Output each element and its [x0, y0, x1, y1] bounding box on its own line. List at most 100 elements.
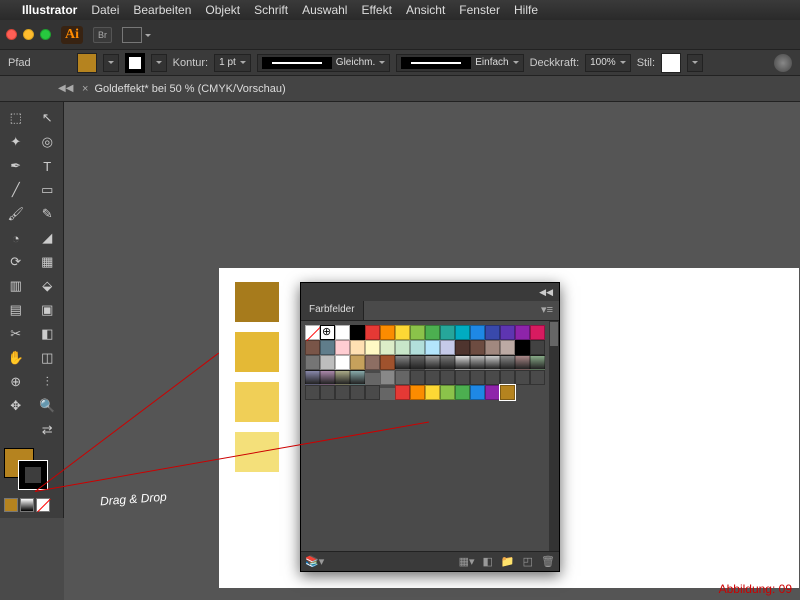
swatch[interactable]: [485, 355, 500, 370]
arrange-documents-button[interactable]: [122, 27, 142, 43]
document-setup-icon[interactable]: [774, 54, 792, 72]
swatch[interactable]: [365, 355, 380, 370]
swatch[interactable]: [305, 325, 320, 340]
menu-hilfe[interactable]: Hilfe: [514, 3, 538, 17]
close-button[interactable]: [6, 29, 17, 40]
swatch[interactable]: [485, 370, 500, 385]
swatch[interactable]: [410, 385, 425, 400]
collapse-panels-icon[interactable]: ◀◀: [58, 83, 68, 94]
swatch[interactable]: [395, 340, 410, 355]
swatch[interactable]: [440, 385, 455, 400]
menu-ansicht[interactable]: Ansicht: [406, 3, 445, 17]
swatch[interactable]: [350, 385, 365, 400]
paintbrush-tool[interactable]: 🖌: [2, 203, 30, 225]
swatch-libraries-icon[interactable]: 📚▾: [305, 555, 324, 568]
swatch[interactable]: [485, 340, 500, 355]
new-swatch-icon[interactable]: ◰: [523, 555, 533, 568]
panel-menu-icon[interactable]: ▾≡: [535, 301, 559, 320]
blob-brush-tool[interactable]: ◔: [2, 227, 30, 249]
swatch[interactable]: [425, 370, 440, 385]
blend-tool[interactable]: ◫: [34, 347, 62, 369]
swatch-options-icon[interactable]: ◧: [483, 555, 493, 568]
menu-datei[interactable]: Datei: [91, 3, 119, 17]
swatch[interactable]: [455, 325, 470, 340]
swatch-selected[interactable]: [500, 385, 515, 400]
swatch[interactable]: [395, 355, 410, 370]
swatch[interactable]: [320, 385, 335, 400]
swatch[interactable]: [335, 385, 350, 400]
symbol-sprayer-tool[interactable]: ⊕: [2, 371, 30, 393]
swatch[interactable]: [305, 340, 320, 355]
swatch[interactable]: [410, 325, 425, 340]
graphic-style-swatch[interactable]: [661, 53, 681, 73]
swatch[interactable]: [440, 370, 455, 385]
stroke-weight-input[interactable]: 1 pt: [214, 54, 251, 72]
gold-sample-3[interactable]: [235, 382, 279, 422]
minimize-button[interactable]: [23, 29, 34, 40]
maximize-button[interactable]: [40, 29, 51, 40]
menu-schrift[interactable]: Schrift: [254, 3, 288, 17]
swatch[interactable]: [395, 325, 410, 340]
mesh-tool[interactable]: ✂: [2, 323, 30, 345]
style-dropdown[interactable]: [687, 54, 703, 72]
swatch[interactable]: [455, 355, 470, 370]
swatch[interactable]: [380, 340, 395, 355]
swatch[interactable]: [380, 370, 395, 385]
swatch[interactable]: [455, 370, 470, 385]
swatch[interactable]: [455, 385, 470, 400]
swatch[interactable]: [335, 355, 350, 370]
swatch[interactable]: [410, 370, 425, 385]
rectangle-tool[interactable]: ▭: [34, 179, 62, 201]
zoom-tool[interactable]: ⇄: [34, 419, 62, 441]
swatch[interactable]: [350, 355, 365, 370]
opacity-input[interactable]: 100%: [585, 54, 631, 72]
swatch[interactable]: [335, 325, 350, 340]
swatch[interactable]: [365, 325, 380, 340]
swatch[interactable]: [305, 355, 320, 370]
pencil-tool[interactable]: ✎: [34, 203, 62, 225]
swatch[interactable]: [470, 385, 485, 400]
swatch[interactable]: [320, 340, 335, 355]
graph-tool[interactable]: ⫶: [34, 371, 62, 393]
color-mode[interactable]: [4, 498, 18, 512]
none-mode[interactable]: [36, 498, 50, 512]
line-tool[interactable]: ╱: [2, 179, 30, 201]
swatch[interactable]: [350, 370, 365, 385]
swatch[interactable]: [320, 355, 335, 370]
swatch[interactable]: [470, 355, 485, 370]
swatch[interactable]: [395, 370, 410, 385]
gradient-tool[interactable]: ◧: [34, 323, 62, 345]
swatch[interactable]: [530, 355, 545, 370]
swatch[interactable]: [515, 355, 530, 370]
rotate-tool[interactable]: ⟳: [2, 251, 30, 273]
swatch[interactable]: [350, 340, 365, 355]
swatch[interactable]: [320, 370, 335, 385]
brush-definition[interactable]: Einfach: [396, 54, 523, 72]
swatch[interactable]: [305, 370, 320, 385]
swatch[interactable]: [440, 325, 455, 340]
swatch[interactable]: [425, 325, 440, 340]
swatch[interactable]: [365, 340, 380, 355]
swatch[interactable]: [530, 340, 545, 355]
variable-width-profile[interactable]: Gleichm.: [257, 54, 390, 72]
swatch[interactable]: [425, 385, 440, 400]
document-tab[interactable]: × Goldeffekt* bei 50 % (CMYK/Vorschau): [74, 76, 294, 101]
swatch[interactable]: [365, 385, 380, 400]
menu-fenster[interactable]: Fenster: [459, 3, 500, 17]
swatch[interactable]: [455, 340, 470, 355]
panel-header[interactable]: ◀◀: [301, 283, 559, 301]
lasso-tool[interactable]: ◎: [34, 131, 62, 153]
swatch[interactable]: [380, 325, 395, 340]
gold-sample-2[interactable]: [235, 332, 279, 372]
swatch[interactable]: [335, 340, 350, 355]
swatch[interactable]: [440, 355, 455, 370]
swatch[interactable]: [335, 370, 350, 385]
width-tool[interactable]: ▥: [2, 275, 30, 297]
swatch[interactable]: [350, 325, 365, 340]
hand-tool[interactable]: [2, 419, 30, 441]
menu-effekt[interactable]: Effekt: [361, 3, 391, 17]
stroke-swatch[interactable]: [125, 53, 145, 73]
swatch[interactable]: [515, 340, 530, 355]
swatch[interactable]: [305, 385, 320, 400]
close-tab-icon[interactable]: ×: [82, 83, 88, 95]
